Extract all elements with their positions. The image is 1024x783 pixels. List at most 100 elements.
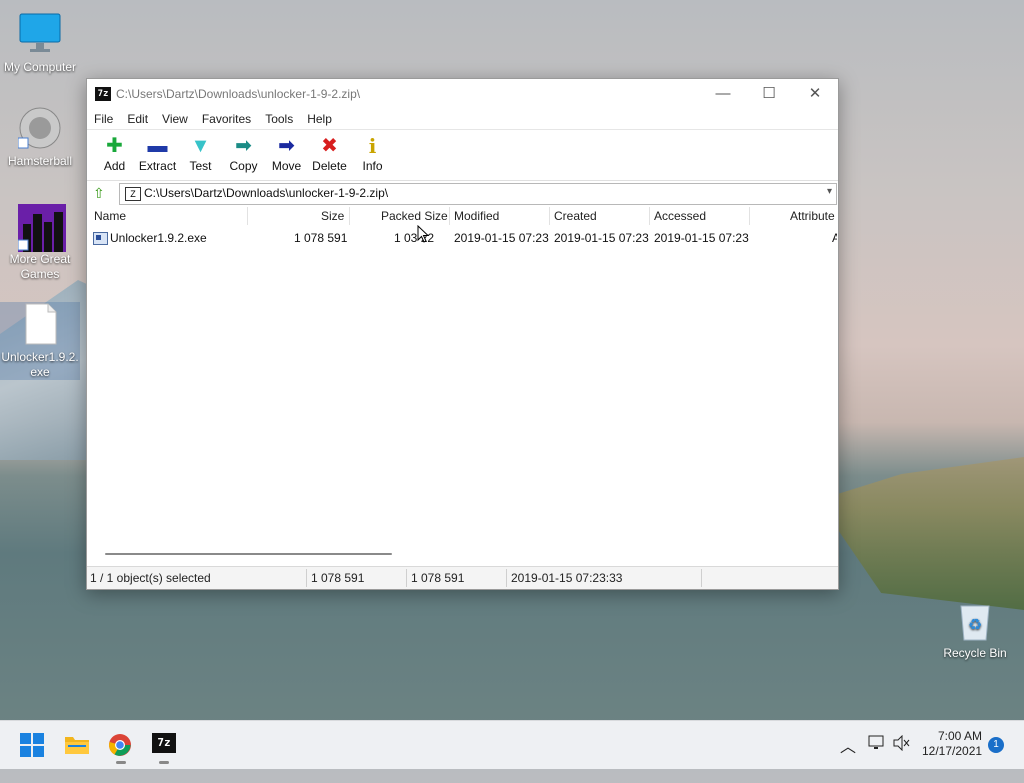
horizontal-scrollbar[interactable] (105, 553, 392, 555)
wallpaper-shore (820, 457, 1024, 610)
cell-size: 1 078 591 (294, 231, 348, 245)
status-separator (406, 569, 407, 587)
running-indicator (116, 761, 126, 764)
7zip-window: 7z C:\Users\Dartz\Downloads\unlocker-1-9… (86, 78, 839, 590)
minimize-button[interactable]: — (700, 79, 746, 109)
table-row[interactable]: Unlocker1.9.2.exe 1 078 591 1 03 22 2019… (87, 228, 838, 248)
monitor-icon (18, 12, 62, 56)
status-separator (701, 569, 702, 587)
7zip-taskbar-icon: 7z (152, 733, 176, 753)
file-explorer-button[interactable] (64, 733, 90, 757)
up-folder-icon[interactable]: ⇧ (93, 185, 109, 201)
column-created[interactable]: Created (554, 205, 597, 227)
copy-button[interactable]: ➡ Copy (222, 130, 265, 180)
7zip-taskbar-button[interactable]: 7z (152, 733, 178, 757)
7zip-app-icon: 7z (95, 87, 111, 101)
address-bar[interactable]: Z C:\Users\Dartz\Downloads\unlocker-1-9-… (119, 183, 837, 205)
cell-name: Unlocker1.9.2.exe (110, 231, 207, 245)
status-packed: 1 078 591 (411, 571, 465, 585)
desktop-icon-label: Recycle Bin (943, 646, 1007, 660)
column-separator (749, 207, 750, 225)
status-size: 1 078 591 (311, 571, 365, 585)
archive-icon: Z (125, 187, 141, 201)
cross-icon: ✖ (321, 135, 338, 157)
chrome-button[interactable] (108, 733, 134, 757)
status-separator (506, 569, 507, 587)
desktop-icon-label: More Great Games (9, 252, 71, 281)
minus-icon: ▬ (147, 135, 168, 157)
windows-logo-icon (20, 733, 44, 757)
status-selected: 1 / 1 object(s) selected (90, 571, 211, 585)
title-bar[interactable]: 7z C:\Users\Dartz\Downloads\unlocker-1-9… (87, 79, 838, 109)
desktop-icon-more-great-games[interactable]: More Great Games (0, 204, 80, 282)
desktop-icon-hamsterball[interactable]: Hamsterball (0, 106, 80, 169)
clock[interactable]: 7:00 AM 12/17/2021 (922, 729, 982, 777)
folder-icon (65, 737, 89, 754)
clock-date: 12/17/2021 (922, 744, 983, 758)
menu-view[interactable]: View (162, 109, 188, 129)
delete-button[interactable]: ✖ Delete (308, 130, 351, 180)
column-separator (449, 207, 450, 225)
clock-time: 7:00 AM (937, 729, 982, 743)
menu-bar: File Edit View Favorites Tools Help (87, 109, 838, 129)
recycle-bin-icon: ♻ (953, 598, 997, 642)
extract-button[interactable]: ▬ Extract (136, 130, 179, 180)
address-path: C:\Users\Dartz\Downloads\unlocker-1-9-2.… (144, 186, 389, 200)
move-button[interactable]: ➡ Move (265, 130, 308, 180)
column-size[interactable]: Size (321, 205, 344, 227)
cell-created: 2019-01-15 07:23 (554, 231, 649, 245)
column-attribute[interactable]: Attribute (790, 205, 835, 227)
menu-tools[interactable]: Tools (265, 109, 293, 129)
speaker-muted-icon[interactable] (893, 734, 911, 783)
start-button[interactable] (20, 733, 46, 757)
menu-favorites[interactable]: Favorites (202, 109, 251, 129)
city-games-icon (17, 204, 66, 252)
test-button[interactable]: ▼ Test (179, 130, 222, 180)
menu-edit[interactable]: Edit (127, 109, 148, 129)
running-indicator (159, 761, 169, 764)
list-header: Name Size Packed Size Modified Created A… (87, 205, 838, 228)
desktop-icon-my-computer[interactable]: My Computer (0, 12, 80, 75)
menu-file[interactable]: File (94, 109, 113, 129)
plus-icon: ✚ (106, 135, 123, 157)
column-separator (649, 207, 650, 225)
file-icon (18, 302, 62, 346)
hamsterball-icon (17, 106, 62, 150)
desktop-icon-unlocker[interactable]: Unlocker1.9.2.exe (0, 302, 80, 380)
column-separator (549, 207, 550, 225)
chevron-up-icon[interactable]: ︿ (840, 733, 856, 781)
cell-accessed: 2019-01-15 07:23 (654, 231, 749, 245)
arrow-right-icon: ➡ (278, 135, 295, 157)
column-separator (247, 207, 248, 225)
chevron-down-icon[interactable]: ▾ (827, 186, 832, 197)
notification-badge[interactable]: 1 (988, 737, 1004, 753)
exe-file-icon (93, 232, 108, 245)
address-row: ⇧ Z C:\Users\Dartz\Downloads\unlocker-1-… (87, 180, 838, 205)
svg-text:♻: ♻ (968, 615, 982, 634)
desktop-icon-recycle-bin[interactable]: ♻ Recycle Bin (935, 598, 1015, 661)
status-separator (306, 569, 307, 587)
info-button[interactable]: i Info (351, 130, 394, 180)
taskbar: 7z ︿ 7:00 AM 12/17/2021 1 (0, 720, 1024, 769)
column-separator (349, 207, 350, 225)
desktop-icon-label: Hamsterball (7, 154, 73, 168)
add-button[interactable]: ✚ Add (93, 130, 136, 180)
column-name[interactable]: Name (94, 205, 126, 227)
cell-modified: 2019-01-15 07:23 (454, 231, 549, 245)
arrow-right-icon: ➡ (235, 135, 252, 157)
column-packed-size[interactable]: Packed Size (381, 205, 448, 227)
mouse-cursor-icon (417, 225, 430, 243)
menu-help[interactable]: Help (307, 109, 332, 129)
close-button[interactable]: ✕ (792, 79, 838, 109)
cell-attribute: A (832, 231, 837, 245)
network-icon[interactable] (868, 735, 886, 783)
toolbar: ✚ Add ▬ Extract ▼ Test ➡ Copy ➡ Move ✖ D… (87, 129, 838, 180)
chrome-icon (109, 734, 131, 756)
status-bar: 1 / 1 object(s) selected 1 078 591 1 078… (87, 566, 838, 589)
check-down-icon: ▼ (190, 135, 211, 157)
column-accessed[interactable]: Accessed (654, 205, 706, 227)
column-modified[interactable]: Modified (454, 205, 499, 227)
desktop-icon-label: My Computer (3, 60, 77, 74)
maximize-button[interactable]: ☐ (746, 79, 792, 109)
window-title: C:\Users\Dartz\Downloads\unlocker-1-9-2.… (116, 87, 361, 101)
